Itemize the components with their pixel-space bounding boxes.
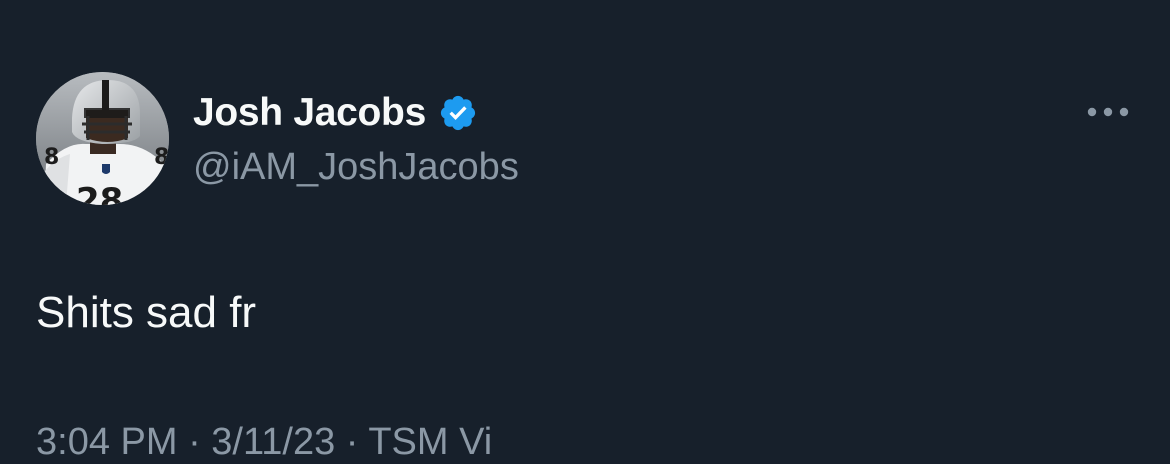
more-options-button[interactable] — [1082, 95, 1134, 129]
author-info: Josh Jacobs @iAM_JoshJacobs — [193, 88, 519, 189]
svg-text:8: 8 — [154, 145, 169, 170]
author-handle[interactable]: @iAM_JoshJacobs — [193, 146, 519, 189]
player-avatar-image: 8 8 28 — [36, 72, 169, 205]
author-name-row: Josh Jacobs — [193, 88, 519, 138]
tweet-card: 8 8 28 Josh Jacobs @iAM_JoshJacobs Shits… — [0, 0, 1170, 463]
svg-text:8: 8 — [44, 145, 59, 170]
author-avatar[interactable]: 8 8 28 — [36, 72, 169, 205]
verified-badge-icon[interactable] — [438, 93, 478, 133]
tweet-text: Shits sad fr — [36, 288, 257, 337]
more-horizontal-icon — [1087, 107, 1129, 117]
tweet-timestamp[interactable]: 3:04 PM · 3/11/23 · TSM Vi — [36, 421, 492, 464]
svg-text:28: 28 — [76, 181, 123, 205]
author-display-name[interactable]: Josh Jacobs — [193, 91, 426, 135]
